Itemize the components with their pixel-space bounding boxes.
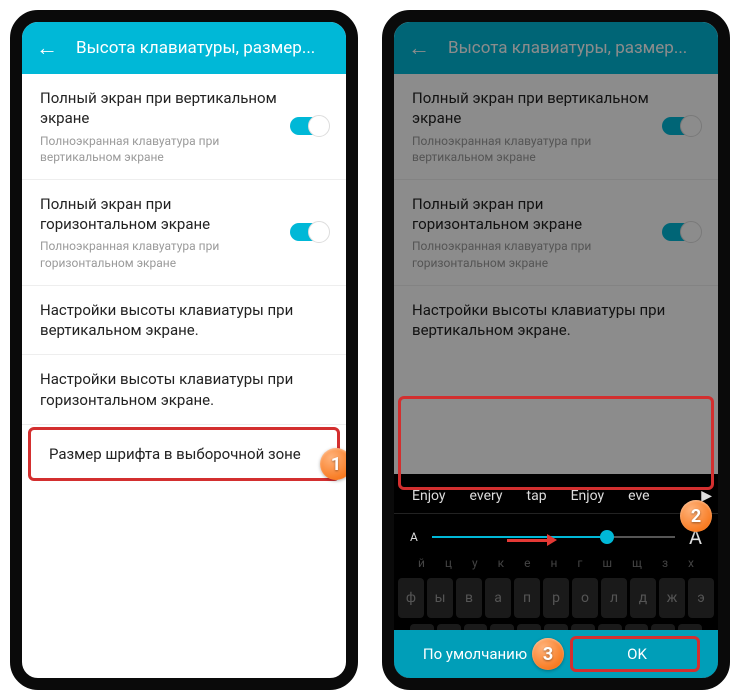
setting-font-size[interactable]: Размер шрифта в выборочной зоне <box>28 427 340 481</box>
row-title: Размер шрифта в выборочной зоне <box>49 444 319 464</box>
setting-fullscreen-portrait[interactable]: Полный экран при вертикальном экране Пол… <box>22 74 346 179</box>
toggle-switch[interactable] <box>290 117 328 135</box>
phone-right: ← Высота клавиатуры, размер... Полный эк… <box>382 10 730 690</box>
callout-badge-1: 1 <box>320 448 352 480</box>
row-subtitle: Полноэкранная клавуатура при горизонталь… <box>40 238 278 270</box>
slider-thumb[interactable] <box>600 530 614 544</box>
toggle-switch[interactable] <box>290 223 328 241</box>
row-title: Настройки высоты клавиатуры при вертикал… <box>40 300 328 341</box>
font-size-slider: A A <box>394 514 718 560</box>
callout-badge-2: 2 <box>680 500 712 532</box>
key[interactable]: ы <box>427 578 453 618</box>
key[interactable]: э <box>688 578 714 618</box>
key[interactable]: ф <box>398 578 424 618</box>
setting-kb-height-portrait[interactable]: Настройки высоты клавиатуры при вертикал… <box>22 286 346 355</box>
key[interactable]: о <box>572 578 598 618</box>
divider <box>22 424 346 425</box>
letter-a-small-icon: A <box>410 530 418 544</box>
key[interactable]: л <box>601 578 627 618</box>
setting-fullscreen-landscape[interactable]: Полный экран при горизонтальном экране П… <box>22 180 346 285</box>
key[interactable]: а <box>485 578 511 618</box>
row-subtitle: Полноэкранная клавуатура при вертикально… <box>40 133 278 165</box>
key-row: ф ы в а п р о л д ж э <box>398 578 714 618</box>
row-title: Полный экран при вертикальном экране <box>40 88 278 129</box>
setting-kb-height-landscape[interactable]: Настройки высоты клавиатуры при горизонт… <box>22 355 346 424</box>
key[interactable]: в <box>456 578 482 618</box>
annotation-arrow <box>507 534 557 546</box>
key[interactable]: р <box>543 578 569 618</box>
row-title: Полный экран при горизонтальном экране <box>40 194 278 235</box>
row-title: Настройки высоты клавиатуры при горизонт… <box>40 369 328 410</box>
key[interactable]: п <box>514 578 540 618</box>
phone-left: ← Высота клавиатуры, размер... Полный эк… <box>10 10 358 690</box>
key[interactable]: д <box>630 578 656 618</box>
header-title: Высота клавиатуры, размер... <box>76 38 315 58</box>
back-icon[interactable]: ← <box>36 35 58 61</box>
settings-header: ← Высота клавиатуры, размер... <box>22 22 346 74</box>
annotation-highlight <box>398 396 714 490</box>
annotation-highlight <box>570 636 700 672</box>
key[interactable]: ж <box>659 578 685 618</box>
callout-badge-3: 3 <box>532 638 564 670</box>
